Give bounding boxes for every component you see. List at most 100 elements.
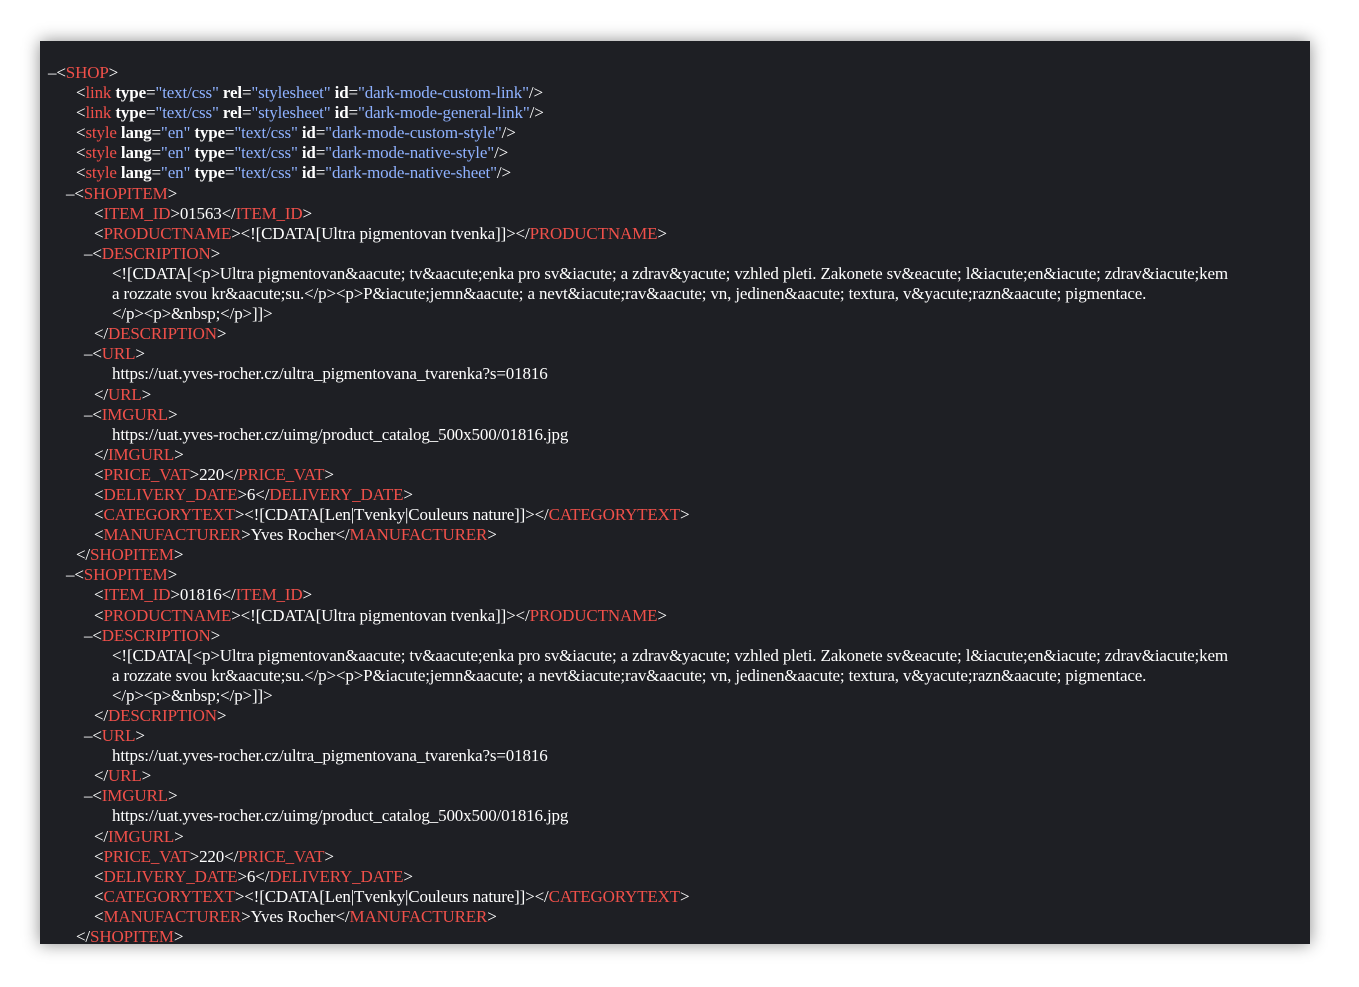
xml-text-content: https://uat.yves-rocher.cz/ultra_pigment… [112,746,548,766]
xml-punctuation: </ [335,525,350,545]
xml-punctuation: = [145,103,156,123]
xml-punctuation: </ [94,706,109,725]
xml-line: a rozzate svou kr&aacute;su.</p><p>P&iac… [48,284,1310,304]
xml-attribute-value: "en" [160,163,191,183]
xml-punctuation: /> [494,143,509,163]
xml-tag-name: DESCRIPTION [101,243,211,263]
xml-tag-name: style [85,123,117,143]
xml-punctuation: > [231,605,241,625]
xml-text-content: Yves Rocher [250,525,336,545]
xml-line: <style lang="en" type="text/css" id="dar… [48,123,1310,143]
xml-line: <PRODUCTNAME><![CDATA[Ultra pigmentovan … [48,606,1310,626]
xml-punctuation: > [680,505,690,525]
xml-tag-name: DESCRIPTION [108,324,217,344]
xml-punctuation: = [151,163,161,183]
xml-punctuation: </ [221,585,236,605]
xml-punctuation: > [141,384,152,404]
xml-tag-name: PRODUCTNAME [103,223,232,243]
xml-punctuation: > [237,484,247,504]
xml-punctuation: = [241,103,252,123]
xml-attribute-name: type [115,83,146,103]
xml-punctuation: </ [515,223,530,243]
xml-punctuation: </ [515,605,530,625]
xml-attribute-name: id [301,143,316,163]
xml-text-content: <![CDATA[<p>Ultra pigmentovan&aacute; tv… [112,645,1228,665]
xml-punctuation: < [56,63,66,82]
xml-text-content: https://uat.yves-rocher.cz/uimg/product_… [112,806,569,826]
xml-punctuation: < [92,344,102,364]
xml-tag-name: CATEGORYTEXT [103,505,235,525]
xml-tag-name: ITEM_ID [103,203,171,223]
xml-text-content: <![CDATA[<p>Ultra pigmentovan&aacute; tv… [112,263,1228,283]
xml-text-content: <![CDATA[Ultra pigmentovan tvenka]]> [240,605,516,625]
xml-punctuation: > [210,625,221,645]
xml-punctuation: > [170,203,180,223]
xml-line: <link type="text/css" rel="stylesheet" i… [48,103,1310,123]
xml-line: </p><p>&nbsp;</p>]]> [48,304,1310,324]
xml-tag-name: IMGURL [101,786,168,806]
xml-attribute-value: "text/css" [155,83,219,103]
xml-line: a rozzate svou kr&aacute;su.</p><p>P&iac… [48,666,1310,686]
xml-punctuation: > [135,726,145,746]
xml-punctuation: < [92,786,102,806]
xml-line: </IMGURL> [48,445,1310,465]
xml-punctuation: > [234,505,245,525]
xml-line: <DELIVERY_DATE>6</DELIVERY_DATE> [48,867,1310,887]
xml-attribute-name: id [301,123,316,143]
xml-line: <link type="text/css" rel="stylesheet" i… [48,83,1310,103]
xml-line: –<SHOPITEM> [48,565,1310,585]
xml-tag-name: DELIVERY_DATE [103,484,238,504]
xml-punctuation: </ [94,384,109,404]
xml-punctuation: > [173,545,184,565]
xml-punctuation: = [224,143,235,163]
xml-punctuation: </ [94,826,109,846]
xml-punctuation: = [224,163,235,183]
xml-punctuation: = [241,83,252,103]
xml-line: <![CDATA[<p>Ultra pigmentovan&aacute; tv… [48,646,1310,666]
xml-tag-name: SHOPITEM [83,183,168,203]
xml-punctuation: > [108,63,119,82]
xml-line: https://uat.yves-rocher.cz/uimg/product_… [48,425,1310,445]
xml-line: <ITEM_ID>01563</ITEM_ID> [48,204,1310,224]
xml-text-content: <![CDATA[Ultra pigmentovan tvenka]]> [240,223,516,243]
xml-punctuation: > [324,846,334,866]
xml-line: https://uat.yves-rocher.cz/ultra_pigment… [48,364,1310,384]
xml-punctuation: = [151,123,161,143]
xml-line: –<SHOPITEM> [48,184,1310,204]
xml-tag-name: SHOPITEM [90,545,174,565]
xml-attribute-value: "text/css" [234,143,298,163]
xml-attribute-value: "text/css" [155,103,219,123]
xml-line: <CATEGORYTEXT><![CDATA[Len|Tvenky|Couleu… [48,887,1310,907]
xml-line: </URL> [48,385,1310,405]
xml-attribute-value: "text/css" [234,123,298,143]
xml-line: <ITEM_ID>01816</ITEM_ID> [48,585,1310,605]
xml-line: –<DESCRIPTION> [48,244,1310,264]
xml-punctuation: < [74,183,84,203]
xml-punctuation: > [231,223,241,243]
xml-punctuation: </ [224,464,239,484]
xml-text-content: <![CDATA[Len|Tvenky|Couleurs nature]]> [244,505,535,525]
xml-punctuation: > [237,866,247,886]
xml-punctuation: > [174,444,184,464]
xml-punctuation: = [224,123,235,143]
xml-line: </p><p>&nbsp;</p>]]> [48,686,1310,706]
xml-tag-name: MANUFACTURER [103,525,242,545]
xml-line: –<IMGURL> [48,786,1310,806]
xml-punctuation: /> [496,163,511,183]
xml-line: </SHOPITEM> [48,927,1310,944]
xml-tag-name: link [85,83,112,103]
xml-punctuation: </ [76,545,91,565]
xml-punctuation: </ [534,505,549,525]
xml-line: https://uat.yves-rocher.cz/ultra_pigment… [48,746,1310,766]
xml-line: <PRICE_VAT>220</PRICE_VAT> [48,847,1310,867]
xml-line: <DELIVERY_DATE>6</DELIVERY_DATE> [48,485,1310,505]
xml-punctuation: </ [76,927,91,944]
xml-punctuation: < [74,565,84,585]
xml-tag-name: DELIVERY_DATE [269,484,404,504]
xml-punctuation: > [657,223,667,243]
xml-attribute-value: "dark-mode-custom-style" [325,123,502,143]
xml-text-content: a rozzate svou kr&aacute;su.</p><p>P&iac… [112,284,1147,304]
xml-text-content: https://uat.yves-rocher.cz/ultra_pigment… [112,364,548,384]
xml-attribute-name: rel [222,83,242,103]
xml-punctuation: > [189,464,200,484]
